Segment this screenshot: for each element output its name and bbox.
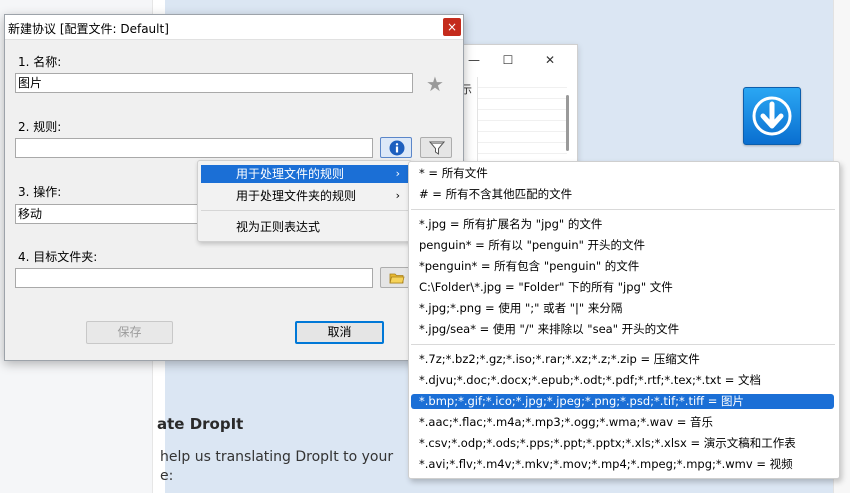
submenu-item[interactable]: *penguin* = 所有包含 "penguin" 的文件 (411, 259, 834, 274)
destination-label: 4. 目标文件夹: (18, 250, 98, 264)
chevron-right-icon: › (395, 189, 400, 202)
submenu-item[interactable]: penguin* = 所有以 "penguin" 开头的文件 (411, 238, 834, 253)
submenu-separator (411, 344, 835, 345)
menu-item-file-rules[interactable]: 用于处理文件的规则 › (201, 165, 408, 183)
submenu-item[interactable]: *.jpg;*.png = 使用 ";" 或者 "|" 来分隔 (411, 301, 834, 316)
submenu-item[interactable]: *.aac;*.flac;*.m4a;*.mp3;*.ogg;*.wma;*.w… (411, 415, 834, 430)
action-label: 3. 操作: (18, 185, 62, 199)
cancel-button[interactable]: 取消 (295, 321, 384, 344)
background-window-list (477, 77, 567, 165)
submenu-item[interactable]: *.jpg/sea* = 使用 "/" 来排除以 "sea" 开头的文件 (411, 322, 834, 337)
submenu-separator (411, 209, 835, 210)
submenu-item[interactable]: # = 所有不含其他匹配的文件 (411, 187, 834, 202)
menu-separator (201, 210, 408, 211)
filter-icon (429, 141, 445, 155)
name-input[interactable]: 图片 (15, 73, 413, 93)
rules-input[interactable] (15, 138, 373, 158)
close-icon[interactable]: ✕ (543, 53, 557, 67)
dialog-title: 新建协议 [配置文件: Default] (8, 22, 169, 36)
menu-item-folder-rules[interactable]: 用于处理文件夹的规则 › (201, 187, 408, 205)
save-button[interactable]: 保存 (86, 321, 173, 344)
submenu-item[interactable]: * = 所有文件 (411, 166, 834, 181)
destination-input[interactable] (15, 268, 373, 288)
star-icon[interactable]: ★ (426, 72, 444, 96)
dialog-titlebar: 新建协议 [配置文件: Default] × (5, 15, 463, 40)
rules-info-button[interactable] (380, 137, 412, 158)
folder-icon (389, 273, 405, 284)
file-rules-submenu: * = 所有文件 # = 所有不含其他匹配的文件 *.jpg = 所有扩展名为 … (408, 161, 840, 479)
menu-item-label: 用于处理文件夹的规则 (236, 189, 357, 203)
info-icon (389, 140, 405, 156)
action-select[interactable]: 移动 (15, 204, 203, 224)
submenu-item[interactable]: *.avi;*.flv;*.m4v;*.mkv;*.mov;*.mp4;*.mp… (411, 457, 834, 472)
translate-heading: ate DropIt (157, 415, 244, 433)
chevron-right-icon: › (395, 167, 400, 180)
maximize-icon[interactable]: ☐ (501, 53, 515, 67)
translate-text-line-2: e: (160, 468, 174, 484)
rules-label: 2. 规则: (18, 120, 62, 134)
menu-item-label: 用于处理文件的规则 (236, 167, 345, 181)
down-arrow-icon (752, 96, 792, 136)
menu-item-regex[interactable]: 视为正则表达式 (201, 218, 408, 236)
download-arrow-icon[interactable] (743, 87, 801, 145)
close-button[interactable]: × (443, 18, 461, 36)
rules-filter-button[interactable] (420, 137, 452, 158)
submenu-item[interactable]: *.csv;*.odp;*.ods;*.pps;*.ppt;*.pptx;*.x… (411, 436, 834, 451)
translate-text-line-1: help us translating DropIt to your (160, 449, 394, 465)
name-label: 1. 名称: (18, 55, 62, 69)
background-window: — ☐ ✕ 示 (460, 44, 578, 166)
background-window-scrollbar[interactable] (566, 95, 569, 151)
minimize-icon[interactable]: — (467, 53, 481, 67)
submenu-item[interactable]: *.djvu;*.doc;*.docx;*.epub;*.odt;*.pdf;*… (411, 373, 834, 388)
submenu-item[interactable]: *.7z;*.bz2;*.gz;*.iso;*.rar;*.xz;*.z;*.z… (411, 352, 834, 367)
submenu-item[interactable]: *.jpg = 所有扩展名为 "jpg" 的文件 (411, 217, 834, 232)
rules-context-menu: 用于处理文件的规则 › 用于处理文件夹的规则 › 视为正则表达式 (197, 160, 412, 242)
translate-text: help us translating DropIt to your e: (160, 448, 393, 486)
submenu-item-highlighted[interactable]: *.bmp;*.gif;*.ico;*.jpg;*.jpeg;*.png;*.p… (411, 394, 834, 409)
background-window-titlebar: — ☐ ✕ (461, 45, 577, 75)
submenu-item[interactable]: C:\Folder\*.jpg = "Folder" 下的所有 "jpg" 文件 (411, 280, 834, 295)
